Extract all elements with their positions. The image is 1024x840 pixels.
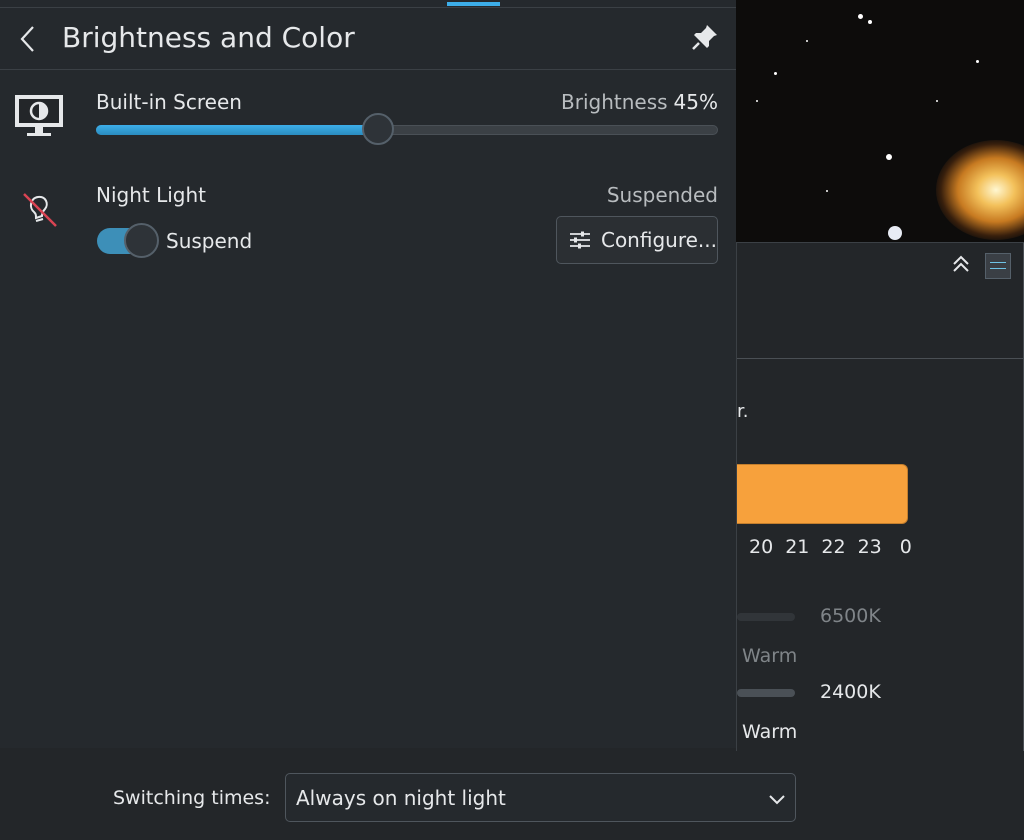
- night-temperature-value: 2400K: [820, 681, 881, 703]
- hour-label: 0: [899, 536, 912, 558]
- chevron-down-icon: [769, 795, 785, 805]
- chevron-left-icon: [20, 26, 34, 52]
- galaxy-image: [936, 140, 1024, 240]
- filter-icon[interactable]: [985, 253, 1011, 279]
- hour-label: 23: [857, 536, 882, 558]
- warm-label: Warm: [742, 721, 798, 743]
- night-light-label: Night Light: [96, 183, 206, 207]
- background-text-fragment: r.: [737, 401, 749, 422]
- brightness-value: 45%: [673, 90, 718, 114]
- suspend-toggle[interactable]: [97, 223, 159, 259]
- hour-labels: 20 21 22 23 0: [749, 536, 912, 558]
- settings-sliders-icon: [569, 231, 590, 249]
- slider-handle[interactable]: [362, 113, 394, 145]
- brightness-readout: Brightness 45%: [561, 90, 718, 114]
- day-temperature-value: 6500K: [820, 605, 881, 627]
- hour-label: 21: [785, 536, 810, 558]
- panel-accent-bar: [447, 2, 500, 6]
- brightness-color-panel: Brightness and Color Built-in Screen Bri…: [0, 0, 736, 748]
- day-temperature-slider[interactable]: [737, 613, 795, 621]
- switching-times-select[interactable]: Always on night light: [285, 773, 796, 822]
- hour-label: 20: [749, 536, 774, 558]
- brightness-slider[interactable]: [96, 113, 718, 145]
- configure-button-label: Configure...: [600, 228, 717, 252]
- back-button[interactable]: [14, 22, 42, 56]
- night-light-disabled-icon: [20, 190, 60, 230]
- schedule-bar: [737, 464, 908, 524]
- slider-fill: [96, 125, 368, 135]
- monitor-icon: [13, 93, 65, 139]
- switching-times-value: Always on night light: [296, 786, 506, 810]
- pin-icon: [692, 25, 717, 50]
- toggle-knob: [124, 223, 159, 258]
- night-temperature-slider[interactable]: [737, 689, 795, 697]
- suspend-toggle-label[interactable]: Suspend: [166, 229, 252, 253]
- night-light-status: Suspended: [606, 183, 718, 207]
- brightness-label: Brightness: [561, 90, 668, 114]
- warm-label: Warm: [742, 645, 798, 667]
- background-settings-window: r. 20 21 22 23 0 6500K Warm 2400K Warm: [736, 242, 1024, 751]
- pin-button[interactable]: [690, 22, 720, 52]
- switching-times-label: Switching times:: [113, 787, 271, 809]
- configure-button[interactable]: Configure...: [556, 216, 718, 264]
- desktop-wallpaper: [736, 0, 1024, 242]
- double-chevron-up-icon[interactable]: [951, 254, 971, 278]
- panel-header: Brightness and Color: [0, 8, 736, 70]
- hour-label: 22: [821, 536, 846, 558]
- background-window-header: [737, 243, 1023, 359]
- panel-title: Brightness and Color: [62, 21, 355, 54]
- built-in-screen-label: Built-in Screen: [96, 90, 242, 114]
